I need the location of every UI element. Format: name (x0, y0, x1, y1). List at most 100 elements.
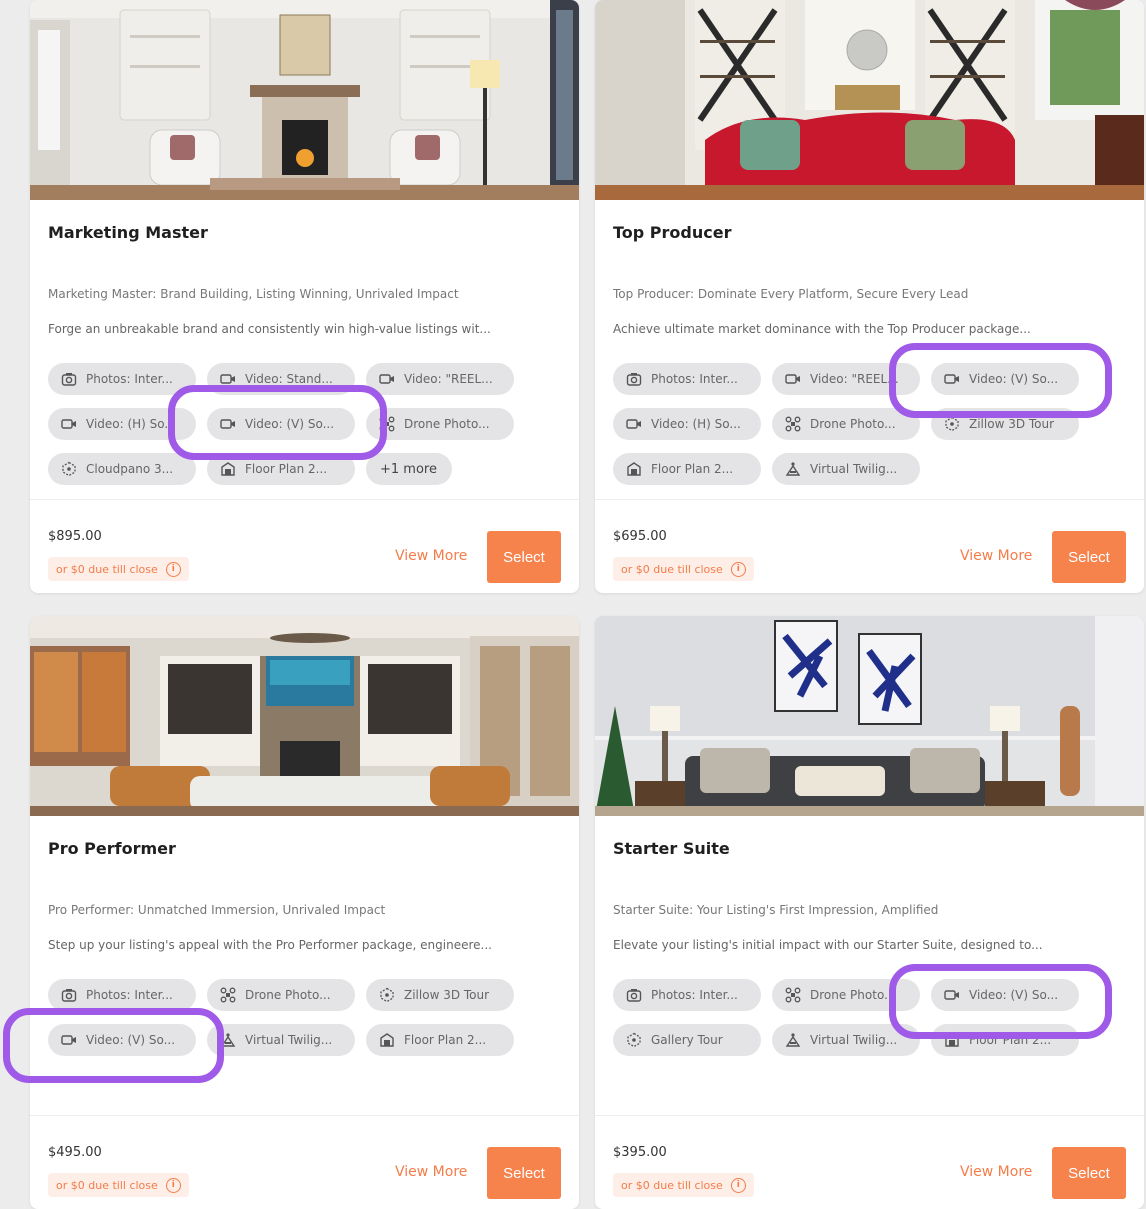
feature-label: Drone Photo... (810, 417, 896, 431)
feature-label: Floor Plan 2... (969, 1033, 1052, 1047)
feature-chip[interactable]: Photos: Inter... (48, 363, 196, 395)
floorplan-icon (219, 460, 237, 478)
feature-chip[interactable]: Drone Photo... (366, 408, 514, 440)
package-card-top-producer[interactable]: Top Producer Top Producer: Dominate Ever… (595, 0, 1144, 593)
select-button[interactable]: Select (487, 531, 561, 583)
feature-label: Video: (V) So... (969, 988, 1059, 1002)
package-name: Starter Suite (613, 839, 730, 858)
feature-chip[interactable]: Photos: Inter... (613, 363, 761, 395)
feature-chip[interactable]: Video: "REEL... (772, 363, 920, 395)
feature-chip[interactable]: Drone Photo... (772, 408, 920, 440)
info-icon[interactable]: i (730, 1177, 746, 1193)
package-description: Achieve ultimate market dominance with t… (613, 322, 1031, 336)
select-button[interactable]: Select (1052, 1147, 1126, 1199)
video-icon (60, 415, 78, 433)
twilight-icon (784, 1031, 802, 1049)
feature-chip[interactable]: Video: (H) So... (613, 408, 761, 440)
package-price: $495.00 (48, 1145, 102, 1160)
feature-label: Virtual Twilig... (810, 1033, 898, 1047)
feature-chip[interactable]: Gallery Tour (613, 1024, 761, 1056)
view-more-link[interactable]: View More (960, 1164, 1032, 1180)
select-button[interactable]: Select (1052, 531, 1126, 583)
video-icon (943, 986, 961, 1004)
package-name: Top Producer (613, 223, 732, 242)
more-features-chip[interactable]: +1 more (366, 453, 452, 485)
video-icon (784, 370, 802, 388)
package-name: Marketing Master (48, 223, 208, 242)
feature-chip[interactable]: Zillow 3D Tour (366, 979, 514, 1011)
package-photo (30, 616, 579, 816)
feature-chip[interactable]: Video: (V) So... (931, 363, 1079, 395)
package-card-starter-suite[interactable]: Starter Suite Starter Suite: Your Listin… (595, 616, 1144, 1209)
feature-label: Virtual Twilig... (810, 462, 898, 476)
feature-label: Video: (H) So... (651, 417, 741, 431)
feature-chip[interactable]: Video: (V) So... (207, 408, 355, 440)
feature-chip[interactable]: Zillow 3D Tour (931, 408, 1079, 440)
floorplan-icon (943, 1031, 961, 1049)
package-card-pro-performer[interactable]: Pro Performer Pro Performer: Unmatched I… (30, 616, 579, 1209)
feature-chip[interactable]: Drone Photo... (772, 979, 920, 1011)
divider (30, 1115, 579, 1116)
feature-label: Gallery Tour (651, 1033, 723, 1047)
camera-icon (60, 986, 78, 1004)
feature-chip[interactable]: Video: Stand... (207, 363, 355, 395)
package-tagline: Marketing Master: Brand Building, Listin… (48, 287, 459, 301)
due-text: or $0 due till close (56, 1178, 158, 1192)
due-till-close-badge: or $0 due till close i (613, 1173, 754, 1197)
feature-label: Floor Plan 2... (245, 462, 328, 476)
info-icon[interactable]: i (730, 561, 746, 577)
due-till-close-badge: or $0 due till close i (48, 1173, 189, 1197)
view-more-link[interactable]: View More (395, 548, 467, 564)
twilight-icon (219, 1031, 237, 1049)
feature-chip[interactable]: Virtual Twilig... (207, 1024, 355, 1056)
package-price: $695.00 (613, 529, 667, 544)
due-text: or $0 due till close (56, 562, 158, 576)
cube-icon (60, 460, 78, 478)
cube-icon (378, 986, 396, 1004)
feature-label: Photos: Inter... (651, 372, 738, 386)
feature-chip[interactable]: Video: (V) So... (931, 979, 1079, 1011)
feature-label: Zillow 3D Tour (969, 417, 1055, 431)
feature-label: Video: "REEL... (810, 372, 899, 386)
feature-chip[interactable]: Virtual Twilig... (772, 1024, 920, 1056)
drone-icon (378, 415, 396, 433)
package-photo (595, 0, 1144, 200)
feature-chip[interactable]: Cloudpano 3... (48, 453, 196, 485)
feature-chip[interactable]: Floor Plan 2... (366, 1024, 514, 1056)
divider (30, 499, 579, 500)
package-tagline: Pro Performer: Unmatched Immersion, Unri… (48, 903, 386, 917)
package-photo (595, 616, 1144, 816)
feature-label: Drone Photo... (810, 988, 896, 1002)
floorplan-icon (378, 1031, 396, 1049)
feature-chip[interactable]: Photos: Inter... (613, 979, 761, 1011)
info-icon[interactable]: i (165, 561, 181, 577)
feature-chip[interactable]: Video: "REEL... (366, 363, 514, 395)
feature-label: Drone Photo... (404, 417, 490, 431)
feature-chip[interactable]: Drone Photo... (207, 979, 355, 1011)
feature-label: Video: (V) So... (86, 1033, 176, 1047)
info-icon[interactable]: i (165, 1177, 181, 1193)
package-price: $895.00 (48, 529, 102, 544)
package-description: Step up your listing's appeal with the P… (48, 938, 492, 952)
package-description: Elevate your listing's initial impact wi… (613, 938, 1043, 952)
view-more-link[interactable]: View More (960, 548, 1032, 564)
feature-label: Video: (V) So... (245, 417, 335, 431)
feature-label: Photos: Inter... (86, 988, 173, 1002)
feature-chip[interactable]: Virtual Twilig... (772, 453, 920, 485)
feature-chip[interactable]: Floor Plan 2... (613, 453, 761, 485)
view-more-link[interactable]: View More (395, 1164, 467, 1180)
package-card-marketing-master[interactable]: Marketing Master Marketing Master: Brand… (30, 0, 579, 593)
divider (595, 499, 1144, 500)
package-photo (30, 0, 579, 200)
feature-chip[interactable]: Video: (H) So... (48, 408, 196, 440)
camera-icon (60, 370, 78, 388)
feature-label: Photos: Inter... (651, 988, 738, 1002)
feature-chip[interactable]: Video: (V) So... (48, 1024, 196, 1056)
select-button[interactable]: Select (487, 1147, 561, 1199)
feature-label: Drone Photo... (245, 988, 331, 1002)
cube-icon (625, 1031, 643, 1049)
feature-chip[interactable]: Floor Plan 2... (207, 453, 355, 485)
package-price: $395.00 (613, 1145, 667, 1160)
feature-chip[interactable]: Floor Plan 2... (931, 1024, 1079, 1056)
feature-chip[interactable]: Photos: Inter... (48, 979, 196, 1011)
